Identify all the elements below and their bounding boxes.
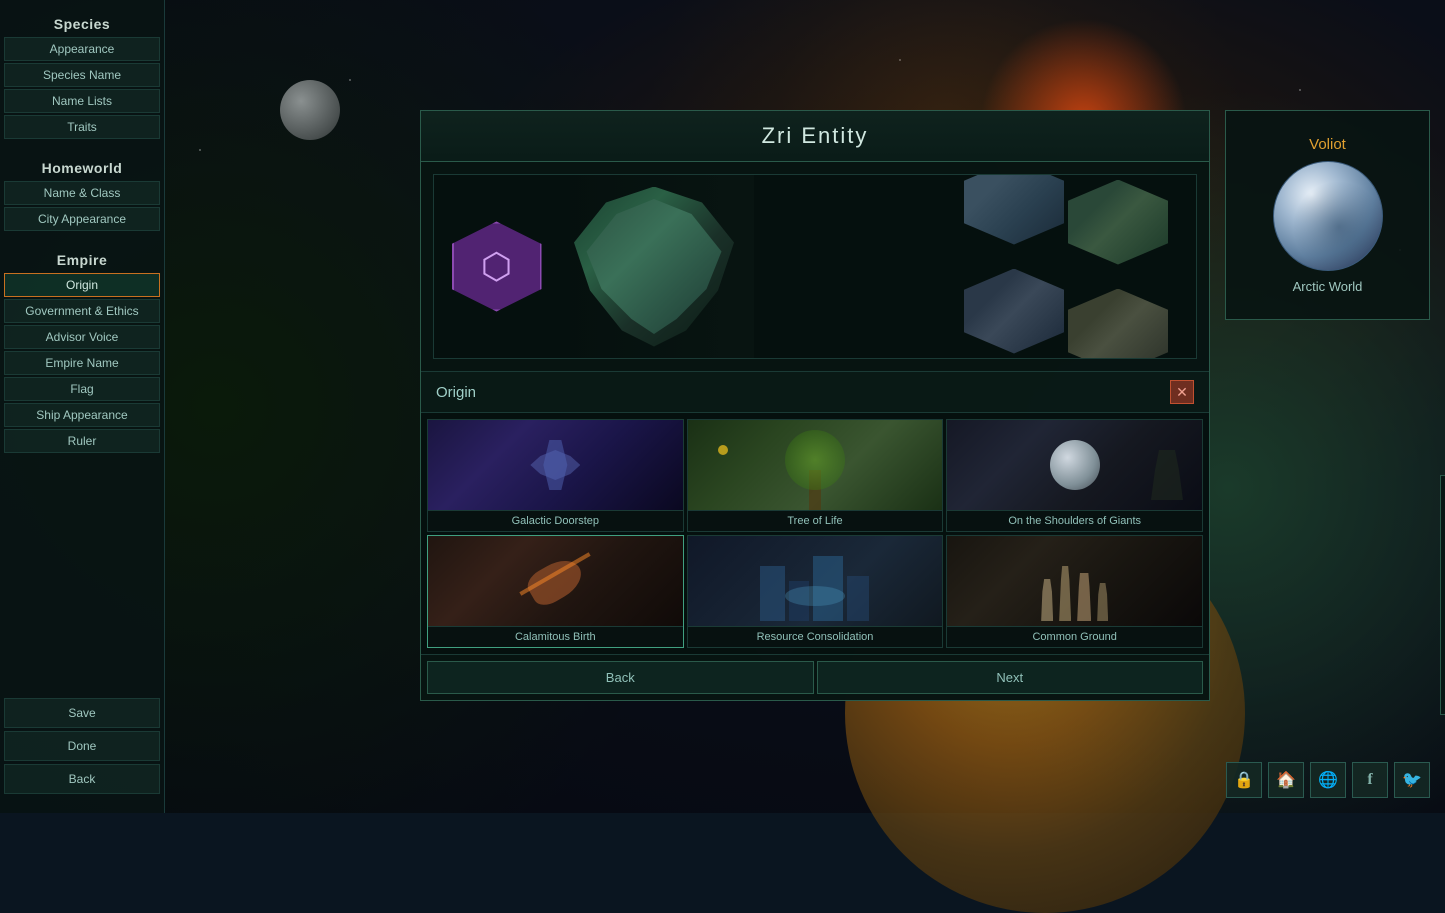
- sidebar-back-button[interactable]: Back: [4, 764, 160, 794]
- sidebar-item-appearance[interactable]: Appearance: [4, 37, 160, 61]
- origin-header: Origin ✕: [421, 372, 1209, 413]
- sidebar-item-government-ethics[interactable]: Government & Ethics: [4, 299, 160, 323]
- sidebar-item-ship-appearance[interactable]: Ship Appearance: [4, 403, 160, 427]
- sidebar-item-city-appearance[interactable]: City Appearance: [4, 207, 160, 231]
- homeworld-section-title: Homeworld: [0, 152, 164, 180]
- origin-card-label-galactic: Galactic Doorstep: [428, 510, 683, 531]
- origin-card-label-shoulders: On the Shoulders of Giants: [947, 510, 1202, 531]
- hex-shape: ⬡: [452, 222, 542, 312]
- origin-card-galactic-doorstep[interactable]: Galactic Doorstep: [427, 419, 684, 532]
- hex-frames: [936, 175, 1196, 358]
- origin-section: Origin ✕ Galactic Doorstep: [421, 372, 1209, 700]
- sidebar-item-species-name[interactable]: Species Name: [4, 63, 160, 87]
- origin-card-img-calamitous: [428, 536, 683, 626]
- moon-small-decoration: [280, 80, 340, 140]
- origin-card-shoulders[interactable]: On the Shoulders of Giants: [946, 419, 1203, 532]
- bottom-buttons: Back Next: [421, 654, 1209, 700]
- origin-card-label-calamitous: Calamitous Birth: [428, 626, 683, 647]
- origin-card-tree-of-life[interactable]: Tree of Life: [687, 419, 944, 532]
- hex-frame-3: [964, 269, 1064, 354]
- hex-frame-1: [964, 174, 1064, 245]
- origin-card-img-resource: [688, 536, 943, 626]
- origin-card-label-tree: Tree of Life: [688, 510, 943, 531]
- origin-card-label-common: Common Ground: [947, 626, 1202, 647]
- origin-card-img-shoulders: [947, 420, 1202, 510]
- detail-panel: ◆ Calamitous Birth Not native to their '…: [1440, 475, 1445, 715]
- bottom-icons: 🔒 🏠 🌐 f 🐦: [1226, 762, 1430, 798]
- sidebar-item-traits[interactable]: Traits: [4, 115, 160, 139]
- species-section-title: Species: [0, 8, 164, 36]
- homeworld-planet: [1273, 161, 1383, 271]
- hex-frame-2: [1068, 180, 1168, 265]
- species-preview: ⬡: [421, 162, 1209, 372]
- sidebar-item-origin[interactable]: Origin: [4, 273, 160, 297]
- origin-card-calamitous-birth[interactable]: Calamitous Birth: [427, 535, 684, 648]
- close-button[interactable]: ✕: [1170, 380, 1194, 404]
- globe-icon[interactable]: 🌐: [1310, 762, 1346, 798]
- origin-section-title: Origin: [436, 384, 476, 401]
- creature-silhouette: [574, 187, 734, 347]
- sidebar-item-empire-name[interactable]: Empire Name: [4, 351, 160, 375]
- origin-card-common-ground[interactable]: Common Ground: [946, 535, 1203, 648]
- homeworld-type: Arctic World: [1293, 279, 1363, 294]
- species-image-area: ⬡: [433, 174, 1197, 359]
- origin-card-img-common: [947, 536, 1202, 626]
- sidebar-done-button[interactable]: Done: [4, 731, 160, 761]
- sidebar-item-flag[interactable]: Flag: [4, 377, 160, 401]
- origin-hex: ⬡: [449, 219, 544, 314]
- panel-header: Zri Entity: [421, 111, 1209, 162]
- empire-section-title: Empire: [0, 244, 164, 272]
- sidebar-item-advisor-voice[interactable]: Advisor Voice: [4, 325, 160, 349]
- origin-card-img-galactic: [428, 420, 683, 510]
- homeworld-card: Voliot Arctic World: [1225, 110, 1430, 320]
- back-button[interactable]: Back: [427, 661, 814, 694]
- origin-card-resource[interactable]: Resource Consolidation: [687, 535, 944, 648]
- main-dialog: Zri Entity ⬡: [420, 110, 1210, 701]
- home-icon[interactable]: 🏠: [1268, 762, 1304, 798]
- homeworld-name: Voliot: [1309, 136, 1346, 153]
- origin-card-label-resource: Resource Consolidation: [688, 626, 943, 647]
- hex-inner: ⬡: [481, 246, 512, 288]
- sidebar-item-name-lists[interactable]: Name Lists: [4, 89, 160, 113]
- sidebar: Species Appearance Species Name Name Lis…: [0, 0, 165, 813]
- facebook-icon[interactable]: f: [1352, 762, 1388, 798]
- dialog-container: Zri Entity ⬡: [420, 110, 1430, 701]
- sidebar-save-button[interactable]: Save: [4, 698, 160, 728]
- hex-frame-4: [1068, 289, 1168, 360]
- twitter-icon[interactable]: 🐦: [1394, 762, 1430, 798]
- next-button[interactable]: Next: [817, 661, 1204, 694]
- lock-icon[interactable]: 🔒: [1226, 762, 1262, 798]
- sidebar-item-ruler[interactable]: Ruler: [4, 429, 160, 453]
- hex-frame-group: [964, 174, 1168, 359]
- creature-area: [554, 175, 754, 358]
- origin-grid: Galactic Doorstep Tree of Life: [421, 413, 1209, 654]
- creature-detail: [579, 192, 729, 342]
- panel-title: Zri Entity: [441, 123, 1189, 149]
- origin-card-img-tree: [688, 420, 943, 510]
- sidebar-item-name-class[interactable]: Name & Class: [4, 181, 160, 205]
